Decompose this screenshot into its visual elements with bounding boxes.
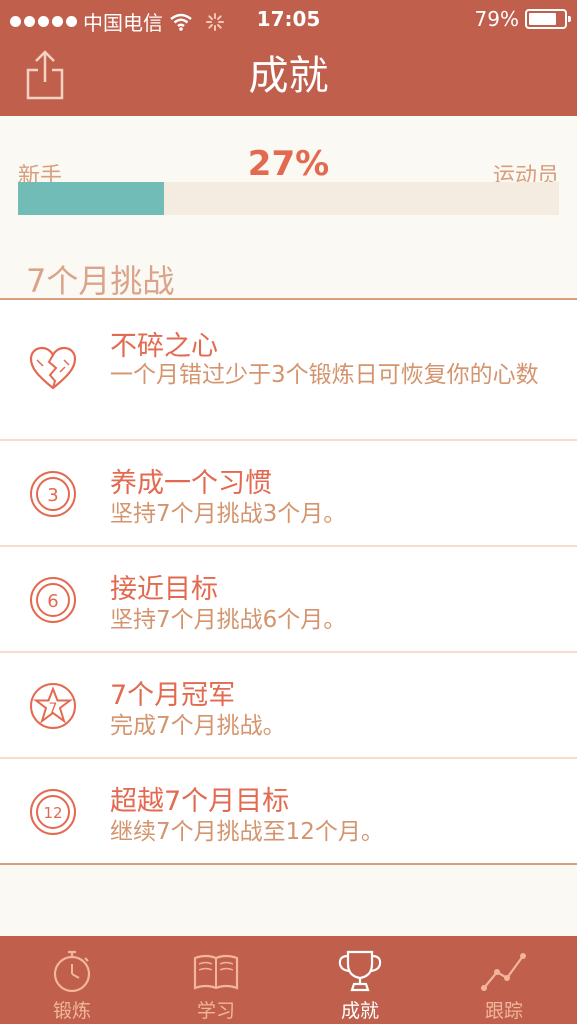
svg-text:12: 12 [43, 804, 62, 822]
tab-tracking[interactable]: 跟踪 [432, 936, 576, 1024]
achievement-row[interactable]: 7 7个月冠军 完成7个月挑战。 [0, 653, 577, 759]
achievement-list: 不碎之心 一个月错过少于3个锻炼日可恢复你的心数 3 养成一个习惯 坚持7个月挑… [0, 300, 577, 865]
achievement-subtitle: 继续7个月挑战至12个月。 [110, 819, 384, 845]
header: 中国电信 17:05 79% 成就 [0, 0, 577, 116]
achievement-subtitle: 一个月错过少于3个锻炼日可恢复你的心数 [110, 362, 539, 388]
achievement-subtitle: 坚持7个月挑战3个月。 [110, 501, 347, 527]
achievement-row[interactable]: 3 养成一个习惯 坚持7个月挑战3个月。 [0, 441, 577, 547]
achievement-row[interactable]: 不碎之心 一个月错过少于3个锻炼日可恢复你的心数 [0, 300, 577, 441]
achievement-subtitle: 坚持7个月挑战6个月。 [110, 607, 347, 633]
progress-bar-fill [18, 182, 165, 215]
trophy-icon [338, 950, 382, 992]
page-title: 成就 [248, 53, 329, 99]
tab-label: 锻炼 [52, 1000, 91, 1022]
status-bar: 中国电信 17:05 79% [0, 0, 577, 38]
achievement-title: 7个月冠军 [110, 680, 236, 711]
achievement-title: 接近目标 [110, 574, 218, 605]
svg-text:3: 3 [47, 485, 58, 506]
achievement-subtitle: 完成7个月挑战。 [110, 713, 286, 739]
achievement-title: 养成一个习惯 [110, 468, 272, 499]
battery-status: 79% [474, 7, 571, 31]
badge-12-icon: 12 [30, 789, 76, 835]
progress-bar [18, 182, 559, 215]
badge-6-icon: 6 [30, 577, 76, 623]
battery-percent: 79% [474, 7, 519, 31]
tab-label: 成就 [340, 1000, 379, 1022]
stopwatch-icon [53, 950, 91, 993]
section-title: 7个月挑战 [26, 262, 175, 300]
battery-icon [525, 9, 571, 29]
achievement-title: 超越7个月目标 [110, 786, 290, 817]
progress-percent: 27% [247, 144, 330, 184]
achievement-row[interactable]: 12 超越7个月目标 继续7个月挑战至12个月。 [0, 759, 577, 865]
tab-workout[interactable]: 锻炼 [0, 936, 144, 1024]
tab-achievements[interactable]: 成就 [288, 936, 432, 1024]
book-icon [193, 954, 239, 990]
tab-label: 学习 [196, 1000, 235, 1022]
chart-line-icon [481, 953, 526, 991]
svg-text:6: 6 [47, 591, 58, 612]
rank-progress: 新手 27% 运动员 [0, 116, 577, 216]
tab-bar: 锻炼 学习 成就 跟踪 [0, 936, 577, 1024]
badge-3-icon: 3 [30, 471, 76, 517]
tab-label: 跟踪 [484, 1000, 523, 1022]
star-7-icon: 7 [30, 683, 76, 729]
tab-learn[interactable]: 学习 [144, 936, 288, 1024]
svg-text:7: 7 [49, 701, 58, 717]
achievement-row[interactable]: 6 接近目标 坚持7个月挑战6个月。 [0, 547, 577, 653]
heart-icon [29, 346, 77, 390]
